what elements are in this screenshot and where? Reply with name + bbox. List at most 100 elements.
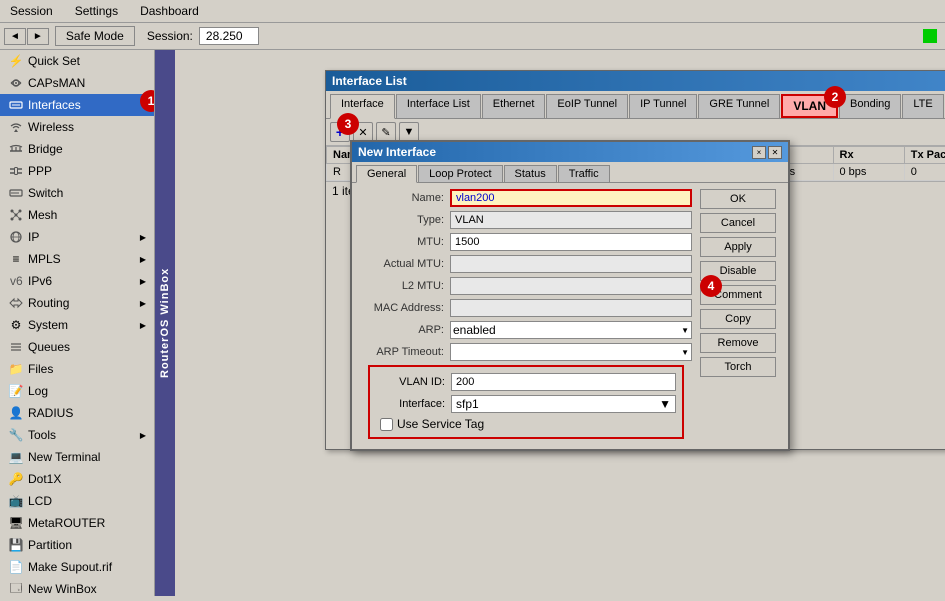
disable-button[interactable]: Disable (700, 261, 776, 281)
sidebar-item-ip[interactable]: IP (0, 226, 154, 248)
arp-value: enabled (453, 323, 496, 337)
edit-interface-button[interactable]: ✎ (376, 122, 396, 142)
new-terminal-icon: 💻 (8, 449, 24, 465)
safe-mode-button[interactable]: Safe Mode (55, 26, 135, 46)
sidebar-item-label: Bridge (28, 142, 63, 156)
sidebar-item-lcd[interactable]: 📺 LCD (0, 490, 154, 512)
menu-settings[interactable]: Settings (69, 2, 124, 20)
sidebar-item-capsman[interactable]: CAPsMAN (0, 72, 154, 94)
dialog-minimize-button[interactable]: × (752, 146, 766, 159)
mac-address-label: MAC Address: (360, 302, 450, 314)
sidebar-item-radius[interactable]: 👤 RADIUS (0, 402, 154, 424)
sidebar-item-label: Log (28, 384, 48, 398)
radius-icon: 👤 (8, 405, 24, 421)
sidebar-item-mesh[interactable]: Mesh (0, 204, 154, 226)
back-button[interactable]: ◄ (4, 28, 26, 45)
sidebar-item-new-winbox[interactable]: 🗔 New WinBox (0, 578, 154, 596)
sidebar-item-tools[interactable]: 🔧 Tools (0, 424, 154, 446)
tab-ethernet[interactable]: Ethernet (482, 94, 546, 118)
sidebar-item-interfaces[interactable]: Interfaces 1 (0, 94, 154, 116)
type-input (450, 211, 692, 229)
vlan-interface-select[interactable]: sfp1 ▼ (451, 395, 676, 413)
sidebar-item-queues[interactable]: Queues (0, 336, 154, 358)
form-left-panel: Name: Type: MTU: Actual MT (360, 189, 692, 443)
dtab-loop-protect[interactable]: Loop Protect (418, 165, 502, 182)
col-header-tx-packet[interactable]: Tx Packet (p/s) (904, 147, 945, 164)
arp-timeout-row: ARP Timeout: ▼ (360, 343, 692, 361)
filter-button[interactable]: ▼ (399, 122, 419, 142)
tab-ip-tunnel[interactable]: IP Tunnel (629, 94, 697, 118)
dialog-close-button[interactable]: ✕ (768, 146, 782, 159)
annotation-badge-1: 1 (140, 90, 155, 112)
sidebar-item-dot1x[interactable]: 🔑 Dot1X (0, 468, 154, 490)
sidebar-item-quick-set[interactable]: ⚡ Quick Set (0, 50, 154, 72)
sidebar-item-label: MetaROUTER (28, 516, 105, 530)
tab-interface-list[interactable]: Interface List (396, 94, 481, 118)
comment-button[interactable]: Comment (700, 285, 776, 305)
mtu-input[interactable] (450, 233, 692, 251)
remove-interface-button[interactable]: ✕ (353, 122, 373, 142)
interface-list-title: Interface List _ □ ✕ (326, 71, 945, 91)
sidebar-item-system[interactable]: ⚙ System (0, 314, 154, 336)
vlan-interface-value: sfp1 (456, 397, 479, 411)
add-interface-button[interactable]: + 3 (330, 122, 350, 142)
sidebar-item-switch[interactable]: Switch (0, 182, 154, 204)
menu-session[interactable]: Session (4, 2, 59, 20)
sidebar-item-partition[interactable]: 💾 Partition (0, 534, 154, 556)
sidebar-item-make-supout[interactable]: 📄 Make Supout.rif (0, 556, 154, 578)
make-supout-icon: 📄 (8, 559, 24, 575)
wireless-icon (8, 119, 24, 135)
sidebar-item-label: LCD (28, 494, 52, 508)
interfaces-icon (8, 97, 24, 113)
name-input[interactable] (450, 189, 692, 207)
arp-timeout-select[interactable]: ▼ (450, 343, 692, 361)
sidebar: ⚡ Quick Set CAPsMAN Interfaces 1 Wireles… (0, 50, 155, 596)
vlan-interface-label: Interface: (376, 398, 451, 410)
sidebar-item-label: IP (28, 230, 39, 244)
sidebar-item-files[interactable]: 📁 Files (0, 358, 154, 380)
mtu-label: MTU: (360, 236, 450, 248)
mesh-icon (8, 207, 24, 223)
dtab-general[interactable]: General (356, 165, 417, 183)
sidebar-item-wireless[interactable]: Wireless (0, 116, 154, 138)
mac-address-input (450, 299, 692, 317)
tab-gre-tunnel[interactable]: GRE Tunnel (698, 94, 780, 118)
vlan-section: VLAN ID: Interface: sfp1 ▼ (368, 365, 684, 439)
arp-select[interactable]: enabled ▼ (450, 321, 692, 339)
sidebar-item-bridge[interactable]: Bridge (0, 138, 154, 160)
sidebar-item-log[interactable]: 📝 Log (0, 380, 154, 402)
tab-bonding[interactable]: Bonding (839, 94, 901, 118)
dtab-traffic[interactable]: Traffic (558, 165, 610, 182)
sidebar-item-label: Switch (28, 186, 63, 200)
sidebar-item-metarouter[interactable]: 🖥 MetaROUTER (0, 512, 154, 534)
torch-button[interactable]: Torch (700, 357, 776, 377)
dialog-form-body: Name: Type: MTU: Actual MT (352, 183, 788, 449)
apply-button[interactable]: Apply (700, 237, 776, 257)
dtab-status[interactable]: Status (504, 165, 557, 182)
sidebar-item-mpls[interactable]: ≡ MPLS (0, 248, 154, 270)
ok-button[interactable]: OK (700, 189, 776, 209)
service-tag-row: Use Service Tag (376, 417, 676, 431)
session-value: 28.250 (199, 27, 259, 45)
remove-button[interactable]: Remove (700, 333, 776, 353)
menu-dashboard[interactable]: Dashboard (134, 2, 205, 20)
sidebar-item-ppp[interactable]: PPP (0, 160, 154, 182)
col-header-rx[interactable]: Rx (833, 147, 904, 164)
sidebar-item-label: PPP (28, 164, 52, 178)
cancel-button[interactable]: Cancel (700, 213, 776, 233)
tab-interface[interactable]: Interface (330, 94, 395, 119)
tab-lte[interactable]: LTE (902, 94, 943, 118)
sidebar-item-routing[interactable]: Routing (0, 292, 154, 314)
tab-vlan[interactable]: VLAN 2 (781, 94, 838, 118)
vlan-id-input[interactable] (451, 373, 676, 391)
sidebar-item-ipv6[interactable]: v6 IPv6 (0, 270, 154, 292)
sidebar-item-new-terminal[interactable]: 💻 New Terminal (0, 446, 154, 468)
tab-eoip-tunnel[interactable]: EoIP Tunnel (546, 94, 628, 118)
service-tag-checkbox[interactable] (380, 418, 393, 431)
sidebar-item-label: New Terminal (28, 450, 100, 464)
copy-button[interactable]: Copy (700, 309, 776, 329)
partition-icon: 💾 (8, 537, 24, 553)
sidebar-item-label: Make Supout.rif (28, 560, 112, 574)
mac-address-row: MAC Address: (360, 299, 692, 317)
forward-button[interactable]: ► (27, 28, 49, 45)
